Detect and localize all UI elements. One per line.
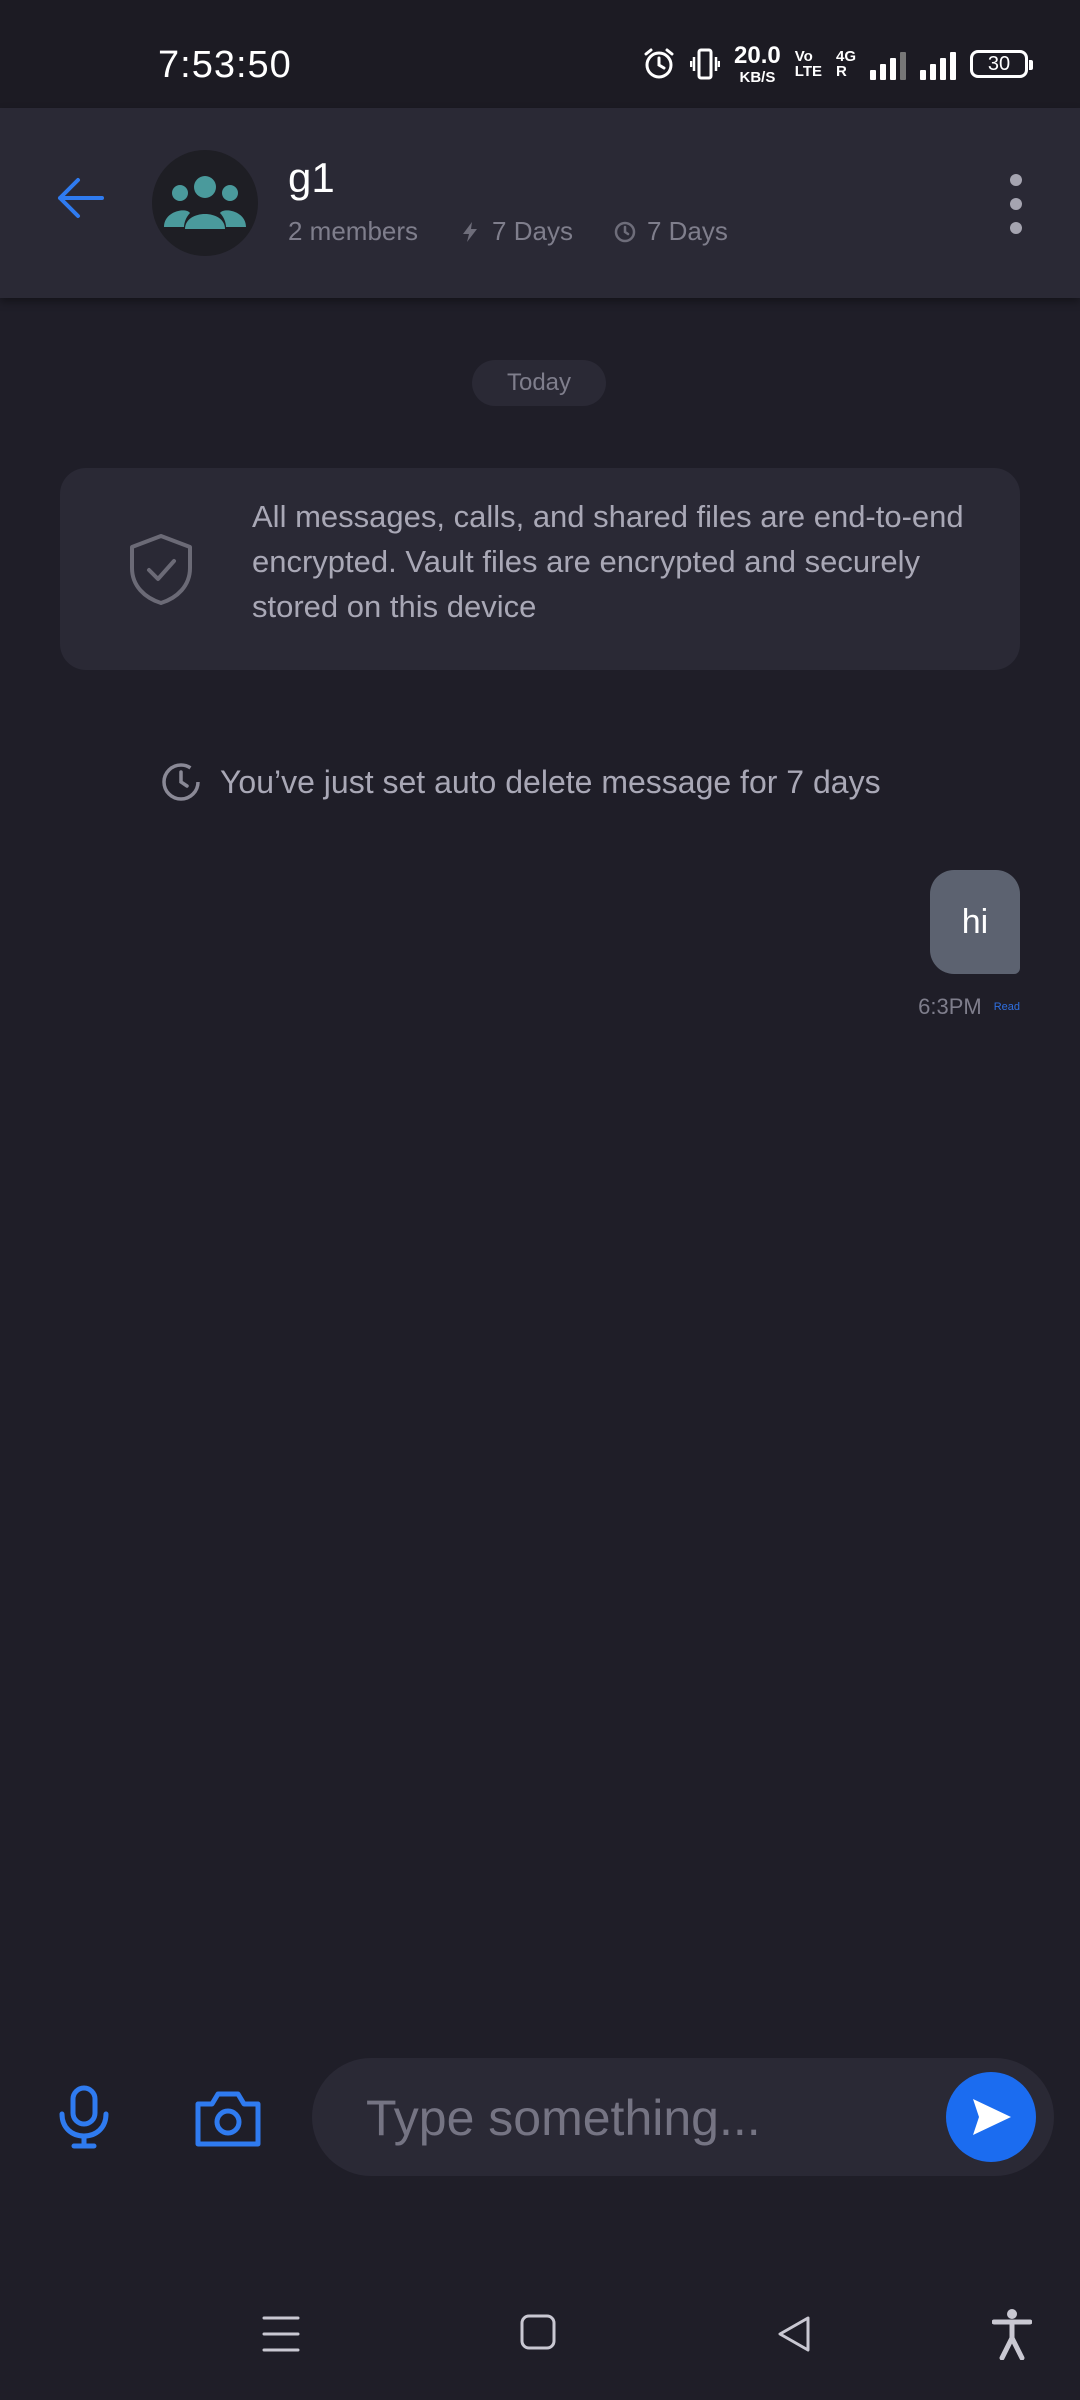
battery-icon: 30 — [970, 50, 1033, 78]
auto-delete-notice: You’ve just set auto delete message for … — [160, 758, 881, 806]
send-icon — [973, 2099, 1011, 2135]
send-button[interactable] — [946, 2072, 1036, 2162]
date-chip: Today — [472, 360, 606, 406]
status-time: 7:53:50 — [158, 44, 292, 86]
message-input[interactable] — [364, 2058, 928, 2178]
chat-screen: 7:53:50 20.0 KB/S Vo LTE 4G R 30 g1 2 me… — [0, 0, 1080, 2400]
shield-check-icon — [130, 534, 192, 605]
member-count: 2 members — [288, 216, 419, 246]
network-type-bottom: R — [835, 63, 847, 80]
back-arrow-icon[interactable] — [52, 170, 108, 226]
vibrate-icon — [690, 48, 721, 80]
volte-indicator: Vo LTE — [795, 49, 822, 79]
group-avatar[interactable] — [152, 150, 258, 256]
auto-delete-text: You’ve just set auto delete message for … — [220, 763, 881, 800]
message-time: 6:3PM — [918, 994, 982, 1019]
chat-subtitle: 2 members 7 Days 7 Days — [288, 216, 728, 247]
chat-title[interactable]: g1 — [288, 154, 335, 202]
network-speed-unit: KB/S — [739, 68, 776, 86]
signal-icon-1 — [870, 48, 906, 80]
recents-menu-icon[interactable] — [262, 2314, 300, 2354]
more-options-icon[interactable] — [1006, 174, 1026, 234]
encryption-notice: All messages, calls, and shared files ar… — [60, 468, 1020, 670]
back-triangle-icon[interactable] — [774, 2314, 814, 2354]
system-nav-bar — [0, 2268, 1080, 2400]
signal-icon-2 — [920, 48, 956, 80]
timer-icon — [162, 763, 200, 801]
timer-icon — [614, 221, 636, 242]
lightning-icon — [463, 221, 478, 242]
status-bar: 7:53:50 20.0 KB/S Vo LTE 4G R 30 — [0, 0, 1080, 108]
status-icons: 20.0 KB/S Vo LTE 4G R 30 — [642, 41, 1033, 86]
microphone-icon[interactable] — [54, 2084, 114, 2150]
network-speed: 20.0 KB/S — [734, 41, 781, 86]
chat-header: g1 2 members 7 Days 7 Days — [0, 108, 1080, 298]
read-receipt: Read — [993, 1001, 1020, 1013]
message-bubble[interactable]: hi — [930, 870, 1020, 974]
home-icon[interactable] — [520, 2314, 556, 2350]
disappearing-timer: 7 Days — [492, 216, 573, 246]
alarm-icon — [644, 48, 674, 79]
network-type-top: 4G — [835, 48, 856, 65]
group-icon — [164, 176, 246, 229]
volte-bottom: LTE — [794, 63, 822, 80]
accessibility-icon[interactable] — [992, 2308, 1032, 2360]
network-type: 4G R — [836, 49, 856, 79]
network-speed-value: 20.0 — [734, 41, 781, 69]
message-composer — [312, 2058, 1054, 2178]
volte-top: Vo — [794, 48, 813, 65]
encryption-text: All messages, calls, and shared files ar… — [252, 499, 964, 624]
auto-delete-timer: 7 Days — [646, 216, 728, 246]
camera-icon[interactable] — [192, 2088, 264, 2148]
message-meta: 6:3PM Read — [918, 994, 1020, 1020]
